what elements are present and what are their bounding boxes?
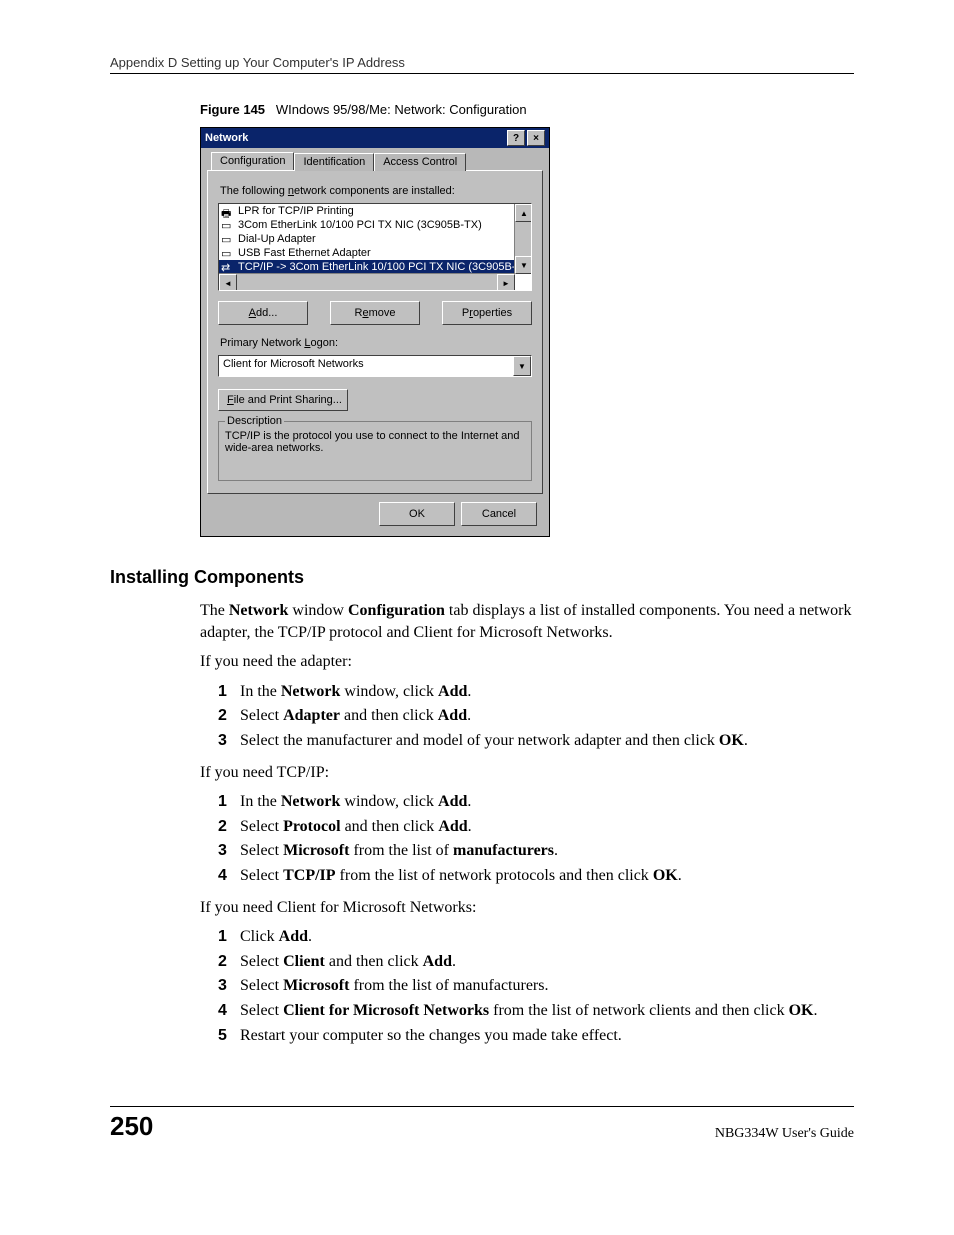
components-listbox[interactable]: 🖶LPR for TCP/IP Printing ▭3Com EtherLink… — [218, 203, 532, 291]
list-item: 2Select Client and then click Add. — [218, 951, 854, 973]
list-item[interactable]: 🖶LPR for TCP/IP Printing — [219, 204, 531, 218]
list-item: 5Restart your computer so the changes yo… — [218, 1025, 854, 1047]
installed-components-label: The following network components are ins… — [220, 185, 532, 197]
scroll-left-icon[interactable]: ◄ — [219, 274, 237, 291]
tab-access-control[interactable]: Access Control — [374, 153, 466, 171]
add-button[interactable]: Add... — [218, 301, 308, 325]
description-text: TCP/IP is the protocol you use to connec… — [225, 430, 525, 454]
description-groupbox: Description TCP/IP is the protocol you u… — [218, 421, 532, 481]
need-client-intro: If you need Client for Microsoft Network… — [200, 897, 854, 919]
tab-identification[interactable]: Identification — [294, 153, 374, 171]
list-item: 1In the Network window, click Add. — [218, 791, 854, 813]
file-print-sharing-button[interactable]: File and Print Sharing... — [218, 389, 348, 411]
primary-logon-dropdown[interactable]: Client for Microsoft Networks ▼ — [218, 355, 532, 377]
vertical-scrollbar[interactable]: ▲ ▼ — [514, 204, 531, 274]
list-item: 1In the Network window, click Add. — [218, 681, 854, 703]
adapter-icon: ▭ — [221, 233, 235, 245]
list-item[interactable]: ▭Dial-Up Adapter — [219, 232, 531, 246]
scroll-down-icon[interactable]: ▼ — [515, 256, 532, 274]
footer-guide: NBG334W User's Guide — [715, 1126, 854, 1142]
page-header: Appendix D Setting up Your Computer's IP… — [110, 55, 854, 74]
primary-logon-value: Client for Microsoft Networks — [219, 356, 513, 376]
remove-button[interactable]: Remove — [330, 301, 420, 325]
list-item: 4Select TCP/IP from the list of network … — [218, 865, 854, 887]
scroll-right-icon[interactable]: ► — [497, 274, 515, 291]
list-item[interactable]: ⇄TCP/IP -> 3Com EtherLink 10/100 PCI TX … — [219, 260, 531, 274]
list-item: 2Select Protocol and then click Add. — [218, 816, 854, 838]
adapter-icon: ▭ — [221, 219, 235, 231]
description-legend: Description — [225, 415, 284, 427]
intro-paragraph: The Network window Configuration tab dis… — [200, 600, 854, 643]
list-item-label: TCP/IP -> 3Com EtherLink 10/100 PCI TX N… — [238, 261, 522, 273]
primary-logon-label: Primary Network Logon: — [220, 337, 532, 349]
adapter-icon: ▭ — [221, 247, 235, 259]
cancel-button[interactable]: Cancel — [461, 502, 537, 526]
help-button[interactable]: ? — [507, 130, 525, 146]
tcpip-steps: 1In the Network window, click Add. 2Sele… — [218, 791, 854, 886]
page-footer: 250 NBG334W User's Guide — [110, 1106, 854, 1142]
list-item[interactable]: ▭USB Fast Ethernet Adapter — [219, 246, 531, 260]
figure-caption-text: WIndows 95/98/Me: Network: Configuration — [276, 102, 527, 117]
list-item: 2Select Adapter and then click Add. — [218, 705, 854, 727]
client-steps: 1Click Add. 2Select Client and then clic… — [218, 926, 854, 1046]
titlebar: Network ? × — [201, 128, 549, 148]
figure-label: Figure 145 — [200, 102, 265, 117]
list-item-label: USB Fast Ethernet Adapter — [238, 247, 371, 259]
list-item: 3Select Microsoft from the list of manuf… — [218, 840, 854, 862]
need-adapter-intro: If you need the adapter: — [200, 651, 854, 673]
list-item: 3Select the manufacturer and model of yo… — [218, 730, 854, 752]
list-item-label: 3Com EtherLink 10/100 PCI TX NIC (3C905B… — [238, 219, 482, 231]
protocol-icon: ⇄ — [221, 261, 235, 273]
tab-configuration[interactable]: Configuration — [211, 152, 294, 170]
list-item[interactable]: ▭3Com EtherLink 10/100 PCI TX NIC (3C905… — [219, 218, 531, 232]
printer-icon: 🖶 — [221, 205, 235, 217]
chevron-down-icon[interactable]: ▼ — [513, 356, 531, 376]
horizontal-scrollbar[interactable]: ◄ ► — [219, 273, 515, 290]
ok-button[interactable]: OK — [379, 502, 455, 526]
list-item-label: LPR for TCP/IP Printing — [238, 205, 354, 217]
scroll-up-icon[interactable]: ▲ — [515, 204, 532, 222]
list-item: 4Select Client for Microsoft Networks fr… — [218, 1000, 854, 1022]
adapter-steps: 1In the Network window, click Add. 2Sele… — [218, 681, 854, 752]
tab-panel: The following network components are ins… — [207, 170, 543, 494]
tabstrip: Configuration Identification Access Cont… — [211, 152, 543, 170]
figure-caption: Figure 145 WIndows 95/98/Me: Network: Co… — [200, 102, 854, 117]
page-number: 250 — [110, 1111, 153, 1142]
list-item: 1Click Add. — [218, 926, 854, 948]
network-dialog: Network ? × Configuration Identification… — [200, 127, 550, 537]
need-tcpip-intro: If you need TCP/IP: — [200, 762, 854, 784]
section-heading: Installing Components — [110, 567, 854, 588]
list-item-label: Dial-Up Adapter — [238, 233, 316, 245]
properties-button[interactable]: Properties — [442, 301, 532, 325]
dialog-title: Network — [205, 132, 248, 144]
list-item: 3Select Microsoft from the list of manuf… — [218, 975, 854, 997]
close-button[interactable]: × — [527, 130, 545, 146]
